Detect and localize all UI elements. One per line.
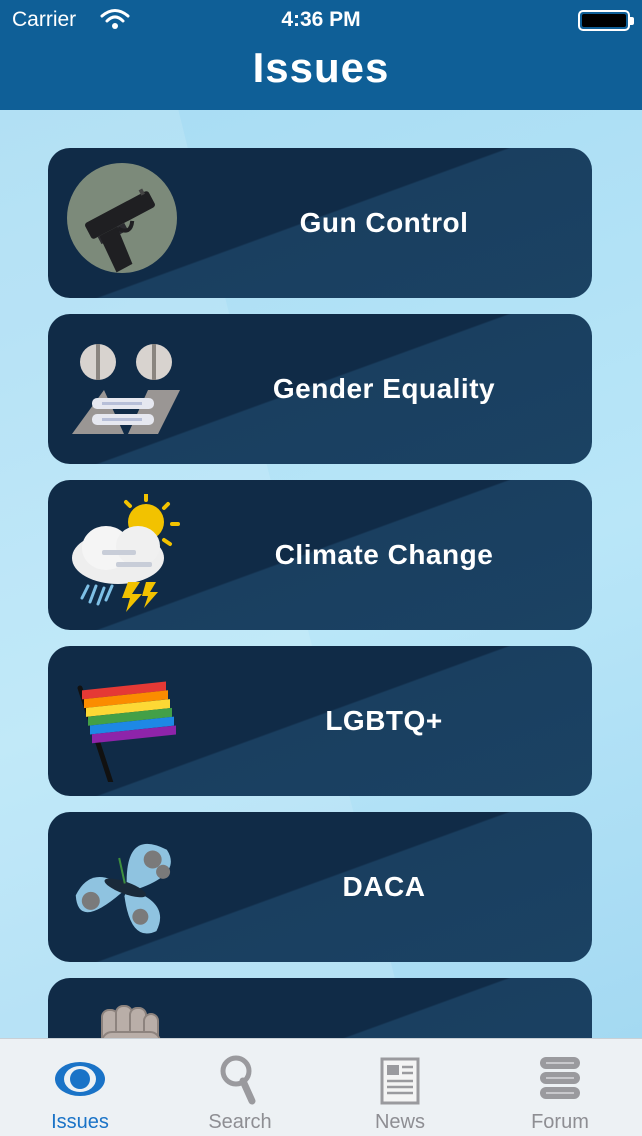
issues-list[interactable]: Gun Control Gender Equality Climate Chan… [0, 110, 642, 1038]
gender-equality-icon [72, 344, 180, 434]
chat-stack-icon [540, 1057, 580, 1099]
issue-label: Gun Control [299, 207, 469, 238]
issue-card-daca[interactable]: DACA [48, 812, 592, 962]
raised-fist-icon [101, 1005, 161, 1038]
issue-card-gender-equality[interactable]: Gender Equality [48, 314, 592, 464]
newspaper-icon [380, 1057, 420, 1105]
issue-card-gun-control[interactable]: Gun Control [48, 148, 592, 298]
rainbow-flag-icon [77, 681, 176, 782]
tab-label: News [374, 1111, 425, 1133]
pistol-icon [67, 163, 177, 273]
tab-issues[interactable]: Issues [0, 1039, 160, 1136]
status-bar: Carrier 4:36 PM [0, 0, 642, 40]
issue-label: DACA [342, 871, 426, 902]
magnifier-icon [220, 1055, 256, 1105]
tab-label: Search [208, 1111, 272, 1133]
issue-card-partial[interactable] [48, 978, 592, 1038]
issue-label [188, 978, 580, 1038]
page-title: Issues [252, 44, 390, 91]
navigation-header: Carrier 4:36 PM Issues [0, 0, 642, 110]
issue-label: Climate Change [274, 539, 494, 570]
issue-card-climate-change[interactable]: Climate Change [48, 480, 592, 630]
weather-storm-icon [72, 494, 180, 612]
tab-label: Issues [51, 1111, 109, 1133]
tab-bar: Issues Search News Forum [0, 1038, 642, 1136]
status-time: 4:36 PM [281, 8, 361, 31]
butterfly-icon [75, 843, 171, 934]
tab-label: Forum [531, 1111, 589, 1133]
tab-news[interactable]: News [320, 1039, 480, 1136]
battery-icon [578, 10, 634, 31]
tab-search[interactable]: Search [160, 1039, 320, 1136]
issue-label: LGBTQ+ [325, 705, 443, 736]
issue-card-lgbtq[interactable]: LGBTQ+ [48, 646, 592, 796]
eye-icon [55, 1062, 105, 1096]
issue-label: Gender Equality [272, 373, 496, 404]
tab-forum[interactable]: Forum [480, 1039, 640, 1136]
